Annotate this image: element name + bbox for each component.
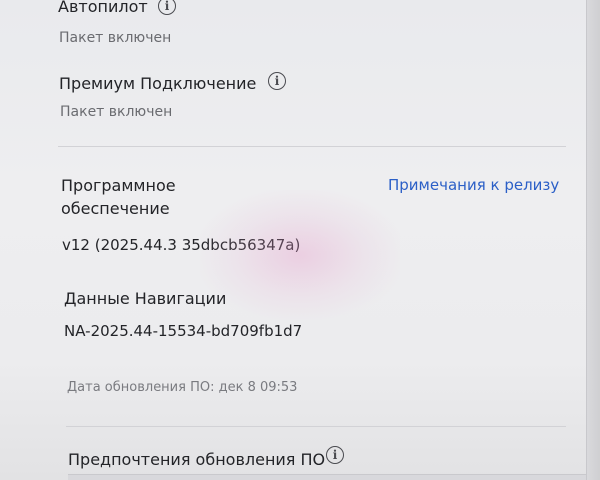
software-title-line1: Программное bbox=[61, 176, 176, 195]
screen-bezel bbox=[586, 0, 600, 480]
release-notes-link[interactable]: Примечания к релизу bbox=[388, 176, 559, 194]
premium-status: Пакет включен bbox=[60, 104, 173, 120]
update-prefs-control[interactable] bbox=[68, 474, 588, 480]
info-icon[interactable]: i bbox=[326, 446, 344, 464]
autopilot-title: Автопилот bbox=[58, 0, 148, 16]
settings-panel: Автопилот i Пакет включен Премиум Подклю… bbox=[0, 0, 588, 480]
section-divider bbox=[58, 146, 566, 147]
section-divider bbox=[66, 426, 566, 427]
info-icon[interactable]: i bbox=[158, 0, 176, 15]
navigation-version: NA-2025.44-15534-bd709fb1d7 bbox=[64, 322, 303, 340]
update-prefs-title: Предпочтения обновления ПО bbox=[68, 450, 326, 469]
software-title-line2: обеспечение bbox=[61, 199, 170, 218]
premium-title: Премиум Подключение bbox=[59, 74, 257, 93]
navigation-title: Данные Навигации bbox=[64, 289, 227, 308]
info-icon[interactable]: i bbox=[268, 72, 286, 90]
update-date: Дата обновления ПО: дек 8 09:53 bbox=[67, 380, 298, 395]
software-version: v12 (2025.44.3 35dbcb56347a) bbox=[62, 236, 301, 254]
autopilot-status: Пакет включен bbox=[59, 30, 172, 46]
